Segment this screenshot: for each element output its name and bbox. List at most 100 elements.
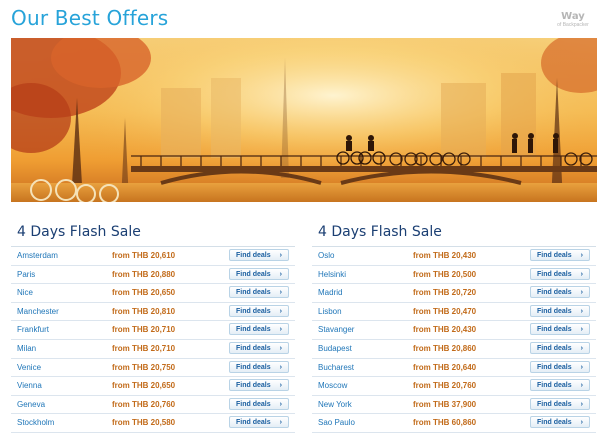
- find-deals-label: Find deals: [537, 289, 572, 297]
- offer-row: Bucharest from THB 20,640 Find deals ›: [312, 359, 596, 378]
- offer-price: from THB 37,900: [413, 399, 477, 409]
- offer-row: Frankfurt from THB 20,710 Find deals ›: [11, 321, 295, 340]
- find-deals-label: Find deals: [537, 270, 572, 278]
- offer-price: from THB 20,580: [112, 418, 176, 428]
- offer-price: from THB 20,500: [413, 269, 477, 279]
- destination-city[interactable]: Moscow: [318, 377, 347, 394]
- find-deals-button[interactable]: Find deals ›: [229, 304, 289, 317]
- panel-title: 4 Days Flash Sale: [11, 220, 295, 247]
- find-deals-button[interactable]: Find deals ›: [530, 341, 590, 354]
- find-deals-button[interactable]: Find deals ›: [530, 379, 590, 392]
- destination-city[interactable]: Lisbon: [318, 303, 342, 320]
- hero-banner-image[interactable]: [11, 38, 597, 202]
- chevron-right-icon: ›: [580, 419, 583, 427]
- site-logo[interactable]: Way of Backpacker: [556, 12, 590, 32]
- offer-price: from THB 20,650: [112, 381, 176, 391]
- destination-city[interactable]: Helsinki: [318, 266, 346, 283]
- destination-city[interactable]: Paris: [17, 266, 35, 283]
- find-deals-label: Find deals: [537, 363, 572, 371]
- destination-city[interactable]: Manchester: [17, 303, 59, 320]
- find-deals-label: Find deals: [537, 382, 572, 390]
- panel-title: 4 Days Flash Sale: [312, 220, 596, 247]
- destination-city[interactable]: Milan: [17, 340, 36, 357]
- chevron-right-icon: ›: [580, 307, 583, 315]
- find-deals-label: Find deals: [537, 326, 572, 334]
- hero-illustration: [11, 38, 597, 202]
- offer-price: from THB 20,430: [413, 251, 477, 260]
- destination-city[interactable]: Nice: [17, 284, 33, 301]
- destination-city[interactable]: Budapest: [318, 340, 352, 357]
- destination-city[interactable]: Bucharest: [318, 359, 354, 376]
- find-deals-button[interactable]: Find deals ›: [530, 416, 590, 429]
- offer-price: from THB 20,810: [112, 306, 176, 316]
- offer-row: Lisbon from THB 20,470 Find deals ›: [312, 303, 596, 322]
- offer-price: from THB 20,710: [112, 343, 176, 353]
- destination-city[interactable]: Oslo: [318, 247, 334, 264]
- destination-city[interactable]: Vienna: [17, 377, 42, 394]
- find-deals-button[interactable]: Find deals ›: [229, 397, 289, 410]
- find-deals-button[interactable]: Find deals ›: [530, 304, 590, 317]
- offer-row: Paris from THB 20,880 Find deals ›: [11, 266, 295, 285]
- destination-city[interactable]: Amsterdam: [17, 247, 58, 264]
- offer-row: Venice from THB 20,750 Find deals ›: [11, 359, 295, 378]
- flash-sale-panel-left: 4 Days Flash Sale Amsterdam from THB 20,6…: [11, 220, 295, 433]
- offer-row: Manchester from THB 20,810 Find deals ›: [11, 303, 295, 322]
- offer-price: from THB 20,760: [413, 381, 477, 391]
- flash-sale-panel-right: 4 Days Flash Sale Oslo from THB 20,430 Fin…: [312, 220, 596, 433]
- logo-text: Way: [561, 11, 585, 22]
- find-deals-label: Find deals: [537, 400, 572, 408]
- find-deals-button[interactable]: Find deals ›: [229, 341, 289, 354]
- find-deals-label: Find deals: [236, 326, 271, 334]
- find-deals-button[interactable]: Find deals ›: [229, 416, 289, 429]
- find-deals-label: Find deals: [236, 289, 271, 297]
- offer-row: Nice from THB 20,650 Find deals ›: [11, 284, 295, 303]
- chevron-right-icon: ›: [580, 344, 583, 352]
- offer-price: from THB 20,720: [413, 288, 477, 298]
- offers-list: Amsterdam from THB 20,610 Find deals › Paris…: [11, 247, 295, 433]
- offer-row: Milan from THB 20,710 Find deals ›: [11, 340, 295, 359]
- offer-row: Madrid from THB 20,720 Find deals ›: [312, 284, 596, 303]
- find-deals-button[interactable]: Find deals ›: [229, 360, 289, 373]
- chevron-right-icon: ›: [279, 400, 282, 408]
- offers-list: Oslo from THB 20,430 Find deals › Helsinki fr…: [312, 247, 596, 433]
- offer-row: Stavanger from THB 20,430 Find deals ›: [312, 321, 596, 340]
- find-deals-button[interactable]: Find deals ›: [530, 286, 590, 299]
- chevron-right-icon: ›: [580, 400, 583, 408]
- destination-city[interactable]: New York: [318, 396, 352, 413]
- destination-city[interactable]: Frankfurt: [17, 321, 49, 338]
- find-deals-button[interactable]: Find deals ›: [229, 267, 289, 280]
- offer-row: Budapest from THB 20,860 Find deals ›: [312, 340, 596, 359]
- destination-city[interactable]: Geneva: [17, 396, 45, 413]
- chevron-right-icon: ›: [580, 270, 583, 278]
- destination-city[interactable]: Sao Paulo: [318, 414, 355, 431]
- chevron-right-icon: ›: [279, 344, 282, 352]
- chevron-right-icon: ›: [279, 289, 282, 297]
- offer-price: from THB 20,470: [413, 306, 477, 316]
- find-deals-label: Find deals: [236, 363, 271, 371]
- offer-price: from THB 20,640: [413, 362, 477, 372]
- offer-price: from THB 20,610: [112, 251, 176, 260]
- destination-city[interactable]: Stockholm: [17, 414, 54, 431]
- offer-price: from THB 20,650: [112, 288, 176, 298]
- find-deals-button[interactable]: Find deals ›: [229, 379, 289, 392]
- find-deals-button[interactable]: Find deals ›: [530, 249, 590, 261]
- find-deals-button[interactable]: Find deals ›: [530, 397, 590, 410]
- find-deals-button[interactable]: Find deals ›: [229, 323, 289, 336]
- page-title: Our Best Offers: [11, 6, 169, 30]
- chevron-right-icon: ›: [580, 289, 583, 297]
- destination-city[interactable]: Stavanger: [318, 321, 354, 338]
- find-deals-button[interactable]: Find deals ›: [229, 286, 289, 299]
- offer-row: Oslo from THB 20,430 Find deals ›: [312, 247, 596, 266]
- find-deals-label: Find deals: [537, 252, 572, 259]
- find-deals-button[interactable]: Find deals ›: [530, 267, 590, 280]
- offer-price: from THB 60,860: [413, 418, 477, 428]
- chevron-right-icon: ›: [279, 252, 282, 259]
- find-deals-label: Find deals: [537, 344, 572, 352]
- destination-city[interactable]: Madrid: [318, 284, 342, 301]
- find-deals-button[interactable]: Find deals ›: [229, 249, 289, 261]
- find-deals-button[interactable]: Find deals ›: [530, 323, 590, 336]
- find-deals-label: Find deals: [537, 307, 572, 315]
- find-deals-label: Find deals: [537, 419, 572, 427]
- find-deals-button[interactable]: Find deals ›: [530, 360, 590, 373]
- destination-city[interactable]: Venice: [17, 359, 41, 376]
